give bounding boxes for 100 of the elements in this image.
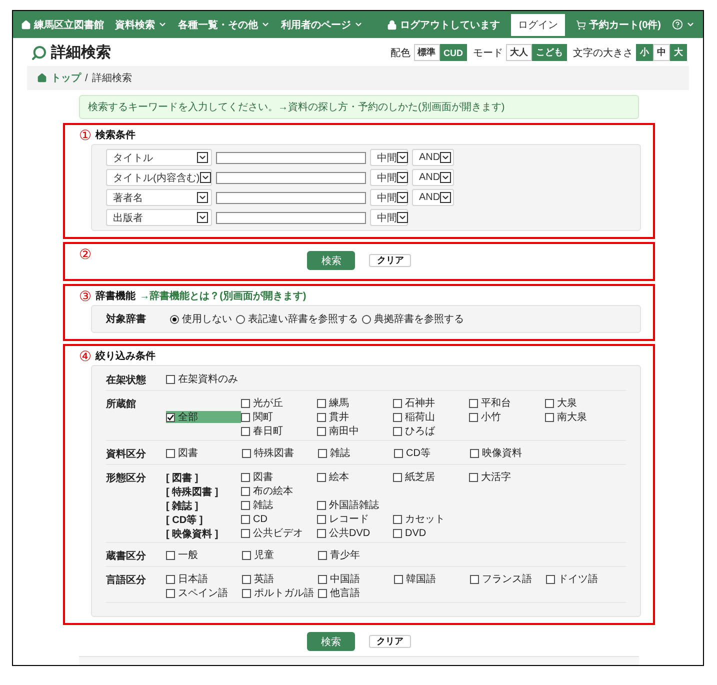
checkbox-option[interactable]: 光が丘 [241, 397, 317, 409]
nav-menu[interactable]: 資料検索 [115, 18, 167, 32]
checkbox[interactable] [242, 550, 251, 560]
field-select[interactable]: タイトル(内容含む) [106, 169, 212, 186]
checkbox-option[interactable]: レコード [317, 513, 393, 525]
nav-menu[interactable]: 各種一覧・その他 [178, 18, 270, 32]
checkbox[interactable] [394, 574, 403, 584]
checkbox[interactable] [545, 412, 554, 422]
keyword-input[interactable] [216, 212, 366, 224]
nav-menu[interactable]: 利用者のページ [281, 18, 363, 32]
checkbox[interactable] [317, 472, 326, 482]
checkbox-option[interactable]: 雑誌 [241, 499, 317, 511]
keyword-input[interactable] [216, 152, 366, 164]
help-link[interactable]: →辞書機能とは？(別画面が開きます) [140, 289, 306, 303]
field-select[interactable]: 出版者 [106, 209, 212, 226]
checkbox[interactable] [546, 574, 555, 584]
checkbox-option[interactable]: 韓国語 [394, 573, 470, 585]
checkbox-option[interactable]: 南大泉 [545, 411, 621, 423]
checkbox[interactable] [393, 398, 402, 408]
checkbox-option[interactable]: 関町 [241, 411, 317, 423]
checkbox-option[interactable]: 練馬 [317, 397, 393, 409]
checkbox[interactable] [241, 412, 250, 422]
checkbox-option[interactable]: 稲荷山 [393, 411, 469, 423]
checkbox-option[interactable]: カセット [393, 513, 469, 525]
checkbox-option[interactable]: 絵本 [317, 471, 393, 483]
checkbox[interactable] [470, 448, 479, 458]
checkbox-option[interactable]: スペイン語 [166, 587, 242, 599]
checkbox[interactable] [241, 500, 250, 510]
checkbox[interactable] [393, 412, 402, 422]
checkbox-option[interactable]: 春日町 [241, 425, 317, 437]
match-select[interactable]: 中間 [370, 209, 408, 226]
checkbox-option[interactable]: フランス語 [470, 573, 546, 585]
checkbox[interactable] [317, 412, 326, 422]
checkbox-option[interactable]: 他言語 [318, 587, 394, 599]
checkbox-option[interactable]: ひろば [393, 425, 469, 437]
checkbox[interactable] [318, 550, 327, 560]
checkbox-option[interactable]: CD等 [394, 447, 470, 459]
clear-button[interactable]: クリア [369, 254, 412, 267]
toggle-button[interactable]: 大人 [506, 44, 532, 61]
checkbox[interactable] [469, 412, 478, 422]
checkbox[interactable] [166, 550, 175, 560]
keyword-input[interactable] [216, 192, 366, 204]
checkbox[interactable] [545, 398, 554, 408]
checkbox[interactable] [241, 528, 250, 538]
checkbox[interactable] [318, 588, 327, 598]
checkbox-option[interactable]: 外国語雑誌 [317, 499, 393, 511]
checkbox-option[interactable]: 日本語 [166, 573, 242, 585]
help-link[interactable]: →資料の探し方・予約のしかた(別画面が開きます) [278, 102, 505, 113]
clear-button[interactable]: クリア [369, 635, 411, 648]
checkbox-option[interactable]: 図書 [241, 471, 317, 483]
checkbox[interactable] [166, 374, 175, 384]
toggle-button[interactable]: こども [532, 44, 567, 61]
checkbox-option[interactable]: CD [241, 513, 317, 525]
checkbox-option[interactable]: 公共ビデオ [241, 527, 317, 539]
toggle-button[interactable]: 中 [653, 44, 670, 61]
checkbox-option[interactable]: 中国語 [318, 573, 394, 585]
checkbox-option[interactable]: 青少年 [318, 549, 394, 561]
checkbox[interactable] [393, 472, 402, 482]
checkbox-option[interactable]: 平和台 [469, 397, 545, 409]
checkbox[interactable] [317, 514, 326, 524]
checkbox[interactable] [241, 398, 250, 408]
checkbox-option[interactable]: 大活字 [469, 471, 545, 483]
radio-option[interactable]: 典拠辞書を参照する [362, 313, 464, 325]
checkbox[interactable] [241, 472, 250, 482]
checkbox[interactable] [470, 574, 479, 584]
operator-select[interactable]: AND [412, 189, 454, 206]
keyword-input[interactable] [216, 172, 366, 184]
radio-option[interactable]: 使用しない [170, 313, 232, 325]
checkbox-option[interactable]: 紙芝居 [393, 471, 469, 483]
radio-button[interactable] [170, 314, 179, 324]
search-button[interactable]: 検索 [307, 251, 356, 270]
login-button[interactable]: ログイン [510, 14, 565, 36]
match-select[interactable]: 中間 [370, 189, 408, 206]
checkbox-option[interactable]: 雑誌 [318, 447, 394, 459]
checkbox[interactable] [166, 448, 175, 458]
match-select[interactable]: 中間 [370, 149, 408, 166]
match-select[interactable]: 中間 [370, 169, 408, 186]
checkbox-option[interactable]: 大泉 [545, 397, 621, 409]
checkbox[interactable] [242, 588, 251, 598]
checkbox[interactable] [394, 448, 403, 458]
checkbox-option[interactable]: ドイツ語 [546, 573, 622, 585]
toggle-button[interactable]: 標準 [414, 44, 440, 61]
radio-button[interactable] [236, 314, 245, 324]
checkbox[interactable] [469, 398, 478, 408]
checkbox[interactable] [242, 574, 251, 584]
checkbox[interactable] [166, 412, 175, 422]
operator-select[interactable]: AND [412, 169, 454, 186]
checkbox-option[interactable]: 英語 [242, 573, 318, 585]
checkbox-option[interactable]: 貫井 [317, 411, 393, 423]
breadcrumb-link[interactable]: トップ [51, 71, 81, 85]
radio-button[interactable] [362, 314, 371, 324]
checkbox[interactable] [393, 528, 402, 538]
checkbox[interactable] [393, 426, 402, 436]
checkbox-option[interactable]: 南田中 [317, 425, 393, 437]
checkbox[interactable] [241, 486, 250, 496]
checkbox[interactable] [317, 528, 326, 538]
checkbox-option[interactable]: 在架資料のみ [166, 373, 242, 385]
site-link[interactable]: 練馬区立図書館 [21, 18, 104, 32]
checkbox-option[interactable]: 公共DVD [317, 527, 393, 539]
checkbox-option[interactable]: 特殊図書 [242, 447, 318, 459]
